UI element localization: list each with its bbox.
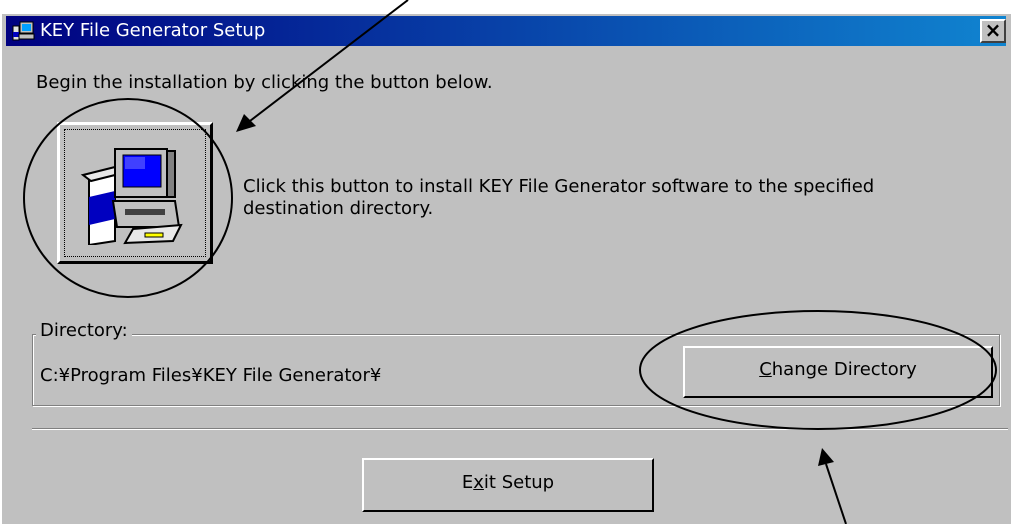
install-description-line2: destination directory.: [243, 198, 434, 219]
instruction-text: Begin the installation by clicking the b…: [36, 72, 493, 93]
window-title: KEY File Generator Setup: [40, 20, 266, 41]
directory-group-label: Directory:: [36, 320, 132, 341]
separator: [32, 428, 1008, 430]
setup-app-icon: [12, 21, 35, 41]
exit-label-start: E: [461, 472, 474, 493]
computer-install-icon: [80, 148, 183, 245]
change-directory-button[interactable]: Change Directory: [683, 346, 993, 398]
close-button[interactable]: ×: [980, 19, 1006, 43]
close-icon: ×: [984, 18, 1002, 42]
exit-mnemonic: x: [473, 472, 484, 493]
directory-path: C:¥Program Files¥KEY File Generator¥: [40, 365, 382, 386]
install-button[interactable]: [57, 122, 213, 264]
install-description-line1: Click this button to install KEY File Ge…: [243, 176, 875, 197]
exit-setup-button[interactable]: Exit Setup: [362, 458, 654, 512]
exit-label-end: it Setup: [483, 472, 555, 493]
change-mnemonic: C: [759, 359, 772, 380]
title-bar: KEY File Generator Setup ×: [6, 16, 1006, 46]
change-directory-label: hange Directory: [771, 359, 917, 380]
